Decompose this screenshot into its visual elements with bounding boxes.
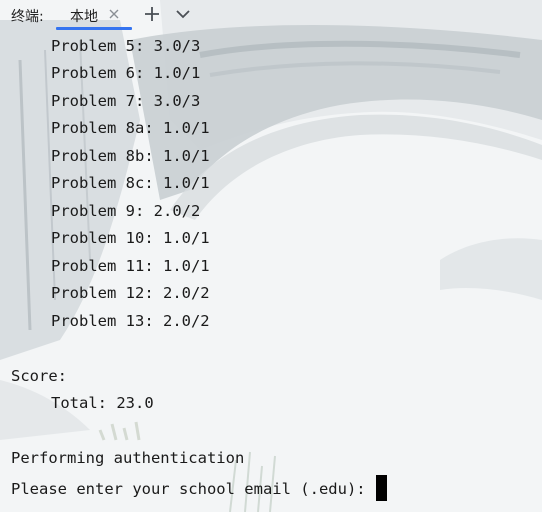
problem-line: Problem 8c: 1.0/1 — [51, 174, 210, 192]
problem-line: Problem 12: 2.0/2 — [51, 284, 210, 302]
score-heading: Score: — [11, 367, 67, 385]
plus-icon[interactable] — [143, 5, 161, 23]
problem-line: Problem 13: 2.0/2 — [51, 312, 210, 330]
problem-line: Problem 8a: 1.0/1 — [51, 119, 210, 137]
tab-local-label: 本地 — [70, 9, 98, 25]
problem-line: Problem 9: 2.0/2 — [51, 202, 201, 220]
problem-line: Problem 6: 1.0/1 — [51, 64, 201, 82]
problem-line: Problem 7: 3.0/3 — [51, 92, 201, 110]
email-prompt: Please enter your school email (.edu): — [11, 480, 366, 498]
email-prompt-line[interactable]: Please enter your school email (.edu): — [11, 475, 387, 501]
problem-line: Problem 11: 1.0/1 — [51, 257, 210, 275]
text-cursor — [375, 475, 387, 501]
terminal-output[interactable]: Problem 5: 3.0/3 Problem 6: 1.0/1 Proble… — [0, 30, 542, 512]
close-icon[interactable] — [106, 6, 122, 22]
tab-local[interactable]: 本地 — [56, 0, 132, 30]
problem-line: Problem 10: 1.0/1 — [51, 229, 210, 247]
terminal-title: 终端: — [11, 9, 44, 25]
problem-line: Problem 5: 3.0/3 — [51, 37, 201, 55]
problem-line: Problem 8b: 1.0/1 — [51, 147, 210, 165]
score-total: Total: 23.0 — [51, 394, 154, 412]
terminal-tab-bar: 终端: 本地 — [0, 0, 542, 30]
auth-message: Performing authentication — [11, 449, 245, 467]
chevron-down-icon[interactable] — [173, 5, 193, 23]
